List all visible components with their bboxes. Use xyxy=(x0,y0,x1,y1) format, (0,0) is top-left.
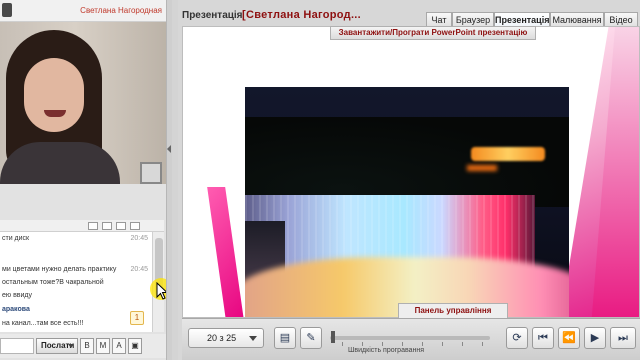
play-icon[interactable]: ▶ xyxy=(584,327,606,349)
playback-controls: 20 з 25 ▤ ✎ Швидкість програвання ⟳ ⏮ ⏪ … xyxy=(182,318,640,360)
popout-icon[interactable] xyxy=(140,162,162,184)
slide-area[interactable] xyxy=(182,26,640,318)
chat-message: ею ввиду xyxy=(2,292,33,299)
speed-label: Швидкість програвання xyxy=(348,347,425,354)
chat-timestamp: 20:45 xyxy=(130,235,148,242)
speed-slider-thumb[interactable] xyxy=(331,331,335,343)
webcam-video[interactable] xyxy=(0,22,166,184)
photo-lights-reflection xyxy=(467,165,497,171)
font-size-button[interactable]: A xyxy=(112,338,126,354)
speed-slider[interactable] xyxy=(330,336,490,340)
upload-presentation-button[interactable]: Завантажити/Програти PowerPoint презента… xyxy=(330,26,536,40)
participant-name: Светлана Нагородная xyxy=(80,6,162,15)
rewind-icon[interactable]: ⏪ xyxy=(558,327,580,349)
settings-icon[interactable] xyxy=(88,222,98,230)
left-splitter[interactable] xyxy=(166,0,172,360)
control-panel-label[interactable]: Панель управління xyxy=(398,303,508,318)
speed-tick xyxy=(402,342,403,346)
send-button[interactable]: Послати xyxy=(36,338,78,354)
chevron-down-icon[interactable] xyxy=(68,344,74,348)
speed-tick xyxy=(482,342,483,346)
speed-tick xyxy=(382,342,383,346)
chat-input-row: Послати B M A ▣ xyxy=(0,334,166,358)
person-icon xyxy=(2,3,12,17)
clear-icon[interactable] xyxy=(116,222,126,230)
private-chat-button[interactable]: ▣ xyxy=(128,338,142,354)
webcam-body xyxy=(0,142,120,184)
photo-lights xyxy=(471,147,545,161)
chat-message: на канал...там все есть!!! xyxy=(2,320,84,327)
speed-tick xyxy=(462,342,463,346)
chat-toolbar xyxy=(0,220,164,232)
section-label: Презентація xyxy=(182,10,243,21)
slide-decoration-left xyxy=(207,187,245,317)
unread-badge[interactable]: 1 xyxy=(130,311,144,325)
chat-message: сти диск xyxy=(2,235,30,242)
left-column: Светлана Нагородная сти диск 20:45 ми цв… xyxy=(0,0,172,360)
first-slide-icon[interactable]: ⏮ xyxy=(532,327,554,349)
speed-tick xyxy=(442,342,443,346)
bold-button[interactable]: B xyxy=(80,338,94,354)
save-icon[interactable] xyxy=(130,222,140,230)
video-header: Светлана Нагородная xyxy=(0,0,166,22)
pencil-icon[interactable]: ✎ xyxy=(300,327,322,349)
chat-input[interactable] xyxy=(0,338,34,354)
webcam-face xyxy=(24,58,84,132)
chevron-down-icon[interactable] xyxy=(249,336,257,341)
photo-trees xyxy=(245,117,569,207)
presentation-panel: Презентація [Светлана Нагород... Чат Бра… xyxy=(178,0,640,360)
chat-author: араковa xyxy=(2,306,30,313)
presentation-title: [Светлана Нагород... xyxy=(242,9,362,21)
notes-icon[interactable]: ▤ xyxy=(274,327,296,349)
speed-tick xyxy=(362,342,363,346)
page-select[interactable]: 20 з 25 xyxy=(188,328,264,348)
chat-message: остальным тоже?В чакральной xyxy=(2,279,104,286)
speed-tick xyxy=(342,342,343,346)
chat-message: ми цветами нужно делать практику xyxy=(2,266,117,273)
waterfall-photo xyxy=(245,87,569,317)
presentation-header: Презентація [Светлана Нагород... Чат Бра… xyxy=(178,4,640,28)
collapse-arrow-icon[interactable] xyxy=(167,145,171,153)
webcam-mouth xyxy=(44,110,66,117)
page-indicator: 20 з 25 xyxy=(207,333,237,343)
font-icon[interactable] xyxy=(102,222,112,230)
speed-tick xyxy=(422,342,423,346)
refresh-icon[interactable]: ⟳ xyxy=(506,327,528,349)
chat-timestamp: 20:45 xyxy=(130,266,148,273)
mute-button[interactable]: M xyxy=(96,338,110,354)
next-icon[interactable]: ⏭ xyxy=(610,327,636,349)
